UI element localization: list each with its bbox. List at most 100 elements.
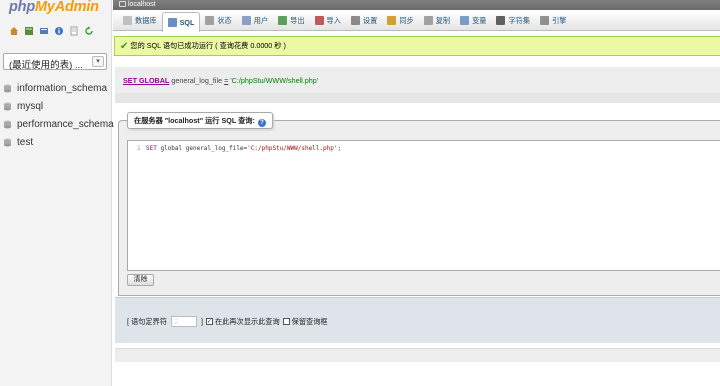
status-icon <box>205 16 215 25</box>
retain-query-box-checkbox[interactable] <box>282 318 290 325</box>
tab-engines[interactable]: 引擎 <box>535 11 571 30</box>
tab-label: 导出 <box>290 15 305 25</box>
tab-export[interactable]: 导出 <box>273 11 309 30</box>
tab-label: 复制 <box>435 15 451 25</box>
logo-admin: Admin <box>54 0 99 15</box>
doc-icon[interactable] <box>69 26 79 36</box>
tab-label: 变量 <box>472 15 487 25</box>
line-number: 1 <box>137 145 141 152</box>
info-icon[interactable] <box>54 26 64 36</box>
delimiter-label: [ 语句定界符 <box>127 316 167 326</box>
database-icon <box>3 84 12 93</box>
charset-icon <box>496 16 506 25</box>
code-keyword: SET <box>146 145 157 152</box>
db-name: mysql <box>17 100 44 112</box>
tab-label: 设置 <box>362 15 378 25</box>
phpmyadmin-logo[interactable]: phpMyAdmin <box>9 0 99 15</box>
server-name[interactable]: localhost <box>128 1 156 8</box>
tab-settings[interactable]: 设置 <box>346 11 382 30</box>
navigation-panel: phpMyAdmin (最近使用的表) ... ▾ information_sc… <box>0 0 114 386</box>
chevron-down-icon: ▾ <box>92 56 104 67</box>
query-options-row: [ 语句定界符 ; ] ✓ 在此再次显示此查询 保留查询框 <box>127 316 328 327</box>
export-icon <box>278 16 288 25</box>
tab-sync[interactable]: 同步 <box>382 11 418 30</box>
sql-operator: = <box>224 76 229 85</box>
editor-gutter: 1 <box>128 141 146 270</box>
help-icon[interactable]: ? <box>257 119 266 127</box>
nav-icon-bar <box>9 26 94 36</box>
db-item-test[interactable]: test <box>3 133 114 151</box>
db-name: information_schema <box>17 82 108 94</box>
tab-import[interactable]: 导入 <box>310 11 346 30</box>
db-item-information-schema[interactable]: information_schema <box>3 79 114 97</box>
logo-my: My <box>34 0 55 15</box>
clear-button[interactable]: 清除 <box>127 274 154 286</box>
executed-query-text: SET GLOBAL general_log_file = 'C:/phpStu… <box>123 76 318 85</box>
db-item-mysql[interactable]: mysql <box>3 97 114 115</box>
delimiter-input[interactable]: ; <box>170 316 197 327</box>
users-icon <box>241 16 251 25</box>
recent-tables-label: (最近使用的表) ... <box>9 60 83 71</box>
wrench-icon <box>350 16 360 25</box>
show-again-label[interactable]: 在此再次显示此查询 <box>215 317 280 327</box>
tab-label: 用户 <box>253 15 269 25</box>
database-icon <box>3 120 12 129</box>
sql-variable: general_log_file <box>171 76 223 85</box>
editor-code-line[interactable]: SET global general_log_file='C:/phpStu/W… <box>146 145 341 152</box>
server-breadcrumb: localhost <box>113 0 720 10</box>
tab-databases[interactable]: 数据库 <box>118 11 162 30</box>
sql-icon <box>167 18 177 27</box>
database-icon <box>3 102 12 111</box>
tab-status[interactable]: 状态 <box>200 11 236 30</box>
success-text: 您的 SQL 语句已成功运行 ( 查询花费 0.0000 秒 ) <box>130 41 286 50</box>
executed-query-box: SET GLOBAL general_log_file = 'C:/phpStu… <box>115 67 720 103</box>
query-options-bar: [ 语句定界符 ; ] ✓ 在此再次显示此查询 保留查询框 <box>115 297 720 343</box>
sql-query-editor[interactable]: 1 SET global general_log_file='C:/phpStu… <box>127 140 720 271</box>
bottom-bar <box>115 348 720 362</box>
tab-label: 导入 <box>326 15 341 25</box>
main-panel: localhost 数据库 SQL 状态 用户 导出 导入 设置 同步 复制 变… <box>113 0 720 386</box>
db-name: test <box>17 136 34 148</box>
database-icon <box>3 138 12 147</box>
reload-icon[interactable] <box>84 26 94 36</box>
code-end: ; <box>337 145 342 152</box>
database-icon <box>123 16 132 25</box>
success-message: ✔ 您的 SQL 语句已成功运行 ( 查询花费 0.0000 秒 ) <box>114 36 720 56</box>
sync-icon <box>387 16 397 25</box>
tab-label: 状态 <box>217 15 232 25</box>
code-string: 'C:/phpStu/WWW/shell.php' <box>247 145 338 152</box>
tab-label: 数据库 <box>135 15 157 25</box>
db-name: performance_schema <box>17 118 114 130</box>
sql-query-legend: 在服务器 "localhost" 运行 SQL 查询:? <box>127 112 273 129</box>
sql-keyword-link[interactable]: SET GLOBAL <box>123 76 169 85</box>
check-icon: ✔ <box>120 40 129 52</box>
tab-label: 引擎 <box>552 15 567 25</box>
tab-label: 字符集 <box>508 15 531 25</box>
server-icon <box>119 1 126 7</box>
retain-query-box-label[interactable]: 保留查询框 <box>292 317 328 327</box>
legend-text: 在服务器 "localhost" 运行 SQL 查询: <box>134 116 255 125</box>
engine-icon <box>540 16 550 25</box>
sql-string: 'C:/phpStu/WWW/shell.php' <box>230 76 319 85</box>
database-icon[interactable] <box>24 26 34 36</box>
variables-icon <box>460 16 470 25</box>
db-item-performance-schema[interactable]: performance_schema <box>3 115 114 133</box>
recent-tables-select[interactable]: (最近使用的表) ... ▾ <box>3 53 107 71</box>
settings-icon[interactable] <box>39 26 49 36</box>
home-icon[interactable] <box>9 26 19 36</box>
tab-users[interactable]: 用户 <box>237 11 273 30</box>
top-menu-tabs: 数据库 SQL 状态 用户 导出 导入 设置 同步 复制 变量 字符集 引擎 <box>113 11 720 32</box>
tab-label: SQL <box>179 18 195 27</box>
tab-label: 同步 <box>399 15 414 25</box>
logo-php: php <box>9 0 35 15</box>
tab-replication[interactable]: 复制 <box>419 11 455 30</box>
show-again-checkbox[interactable]: ✓ <box>205 318 213 325</box>
tab-sql[interactable]: SQL <box>161 12 201 32</box>
tab-charsets[interactable]: 字符集 <box>491 11 535 30</box>
replication-icon <box>423 16 433 25</box>
delimiter-close: ] <box>200 317 203 326</box>
database-tree: information_schema mysql performance_sch… <box>3 79 114 151</box>
executed-query-inner: SET GLOBAL general_log_file = 'C:/phpStu… <box>115 67 720 93</box>
code-middle: global general_log_file= <box>156 145 248 152</box>
tab-variables[interactable]: 变量 <box>455 11 491 30</box>
